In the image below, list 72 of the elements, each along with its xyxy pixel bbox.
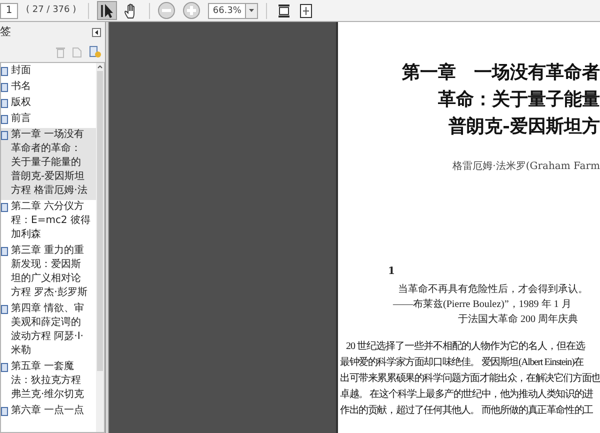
- bookmark-item[interactable]: 书名: [1, 80, 96, 96]
- bookmark-title: 米勒: [11, 344, 32, 358]
- fit-page-icon: [300, 4, 312, 18]
- bookmark-title: 新发现：爱因斯: [11, 258, 82, 272]
- epigraph-line: 当革命不再具有危险性后，才会得到承认。: [398, 283, 588, 296]
- bookmark-title: 第二章 六分仪方: [11, 200, 86, 214]
- bookmark-title: 革命者的革命：: [11, 142, 82, 156]
- bookmark-title: 关于量子能量的: [11, 156, 82, 170]
- bookmark-title: 波动方程 阿瑟·I·: [11, 330, 84, 344]
- chapter-title: 第一章 一场没有革命者: [402, 62, 600, 83]
- bookmark-item[interactable]: 第一章 一场没有 革命者的革命： 关于量子能量的 普朗克-爱因斯坦 方程 格雷厄姆·法: [1, 128, 96, 200]
- bookmark-icon: [1, 247, 8, 256]
- bookmark-title: 第三章 重力的重: [11, 244, 86, 258]
- page-number-field[interactable]: 1: [0, 2, 18, 18]
- chapter-title: 革命：关于量子能量: [438, 89, 600, 110]
- fit-width-icon: [278, 4, 290, 18]
- bookmark-title: 法：狄拉克方程: [11, 374, 82, 388]
- bookmark-title: 方程 格雷厄姆·法: [11, 184, 88, 198]
- bookmark-title: 封面: [11, 64, 31, 78]
- bookmark-properties-icon[interactable]: [89, 46, 101, 58]
- caret-icon: [249, 9, 254, 12]
- bookmark-item[interactable]: 第六章 一点一点: [1, 404, 96, 420]
- body-text-line: 卓越。 在这个科学上最多产的世纪中，他为推动人类知识的进: [340, 388, 593, 401]
- bookmark-title: 加利森: [11, 228, 42, 242]
- epigraph-line: ——布莱兹(Pierre Boulez)”，1989 年 1 月: [393, 298, 572, 311]
- body-text-line: 作出的贡献，超过了任何其他人。 而他所做的真正革命性的工: [340, 404, 593, 417]
- body-text-line: 出可带来累累硕果的科学问题方面才能出众，在解决它们方面也: [340, 372, 600, 385]
- minus-icon: [162, 9, 172, 12]
- bookmark-title: 前言: [11, 112, 31, 126]
- zoom-in-button[interactable]: [183, 2, 200, 19]
- epigraph-line: 于法国大革命 200 周年庆典: [458, 313, 578, 326]
- page-count: ( 27 / 376 ): [25, 4, 78, 17]
- panel-title: 签: [0, 24, 11, 40]
- bookmark-item[interactable]: 封面: [1, 64, 96, 80]
- bookmark-item[interactable]: 第五章 一套魔 法：狄拉克方程 弗兰克·维尔切克: [1, 360, 96, 404]
- bookmark-title: 坦的广义相对论: [11, 272, 82, 286]
- zoom-field[interactable]: 66.3%: [208, 2, 246, 18]
- scrollbar[interactable]: [96, 63, 104, 432]
- bookmark-title: 版权: [11, 96, 31, 110]
- body-text-line: 20 世纪选择了一些并不相配的人物作为它的名人，但在选: [345, 340, 585, 353]
- bookmark-title: 书名: [11, 80, 31, 94]
- bookmark-icon: [1, 363, 8, 372]
- collapse-panel-button[interactable]: [92, 28, 101, 36]
- scroll-up-icon: [96, 63, 104, 71]
- bookmark-title: 第四章 情欲、审: [11, 302, 84, 316]
- bookmark-title: 美观和薛定谔的: [11, 316, 82, 330]
- bookmark-icon: [1, 203, 8, 212]
- bookmark-icon: [1, 305, 8, 314]
- caret-left-icon: [95, 30, 98, 34]
- bookmark-item[interactable]: 第二章 六分仪方 程：E=mc2 彼得 加利森: [1, 200, 96, 244]
- zoom-out-button[interactable]: [158, 2, 176, 19]
- cursor-icon: [100, 2, 114, 18]
- chapter-title: 普朗克-爱因斯坦方: [448, 116, 600, 137]
- body-text-line: 最钟爱的科学家方面却口味绝佳。 爱因斯坦(Albert Einstein)在: [340, 356, 584, 369]
- bookmark-icon: [1, 407, 8, 416]
- plus-icon: [187, 6, 196, 15]
- scrollbar-thumb[interactable]: [97, 71, 103, 371]
- bookmark-item[interactable]: 前言: [1, 112, 96, 128]
- select-tool-button[interactable]: [97, 1, 118, 20]
- bookmark-title: 第六章 一点一点: [11, 404, 84, 418]
- bookmark-title: 方程 罗杰·彭罗斯: [11, 286, 88, 300]
- zoom-dropdown-button[interactable]: [246, 2, 258, 18]
- page-number: 1: [388, 265, 395, 279]
- bookmark-title: 程：E=mc2 彼得: [11, 214, 90, 228]
- bookmark-item[interactable]: 第三章 重力的重 新发现：爱因斯 坦的广义相对论 方程 罗杰·彭罗斯: [1, 244, 96, 302]
- bookmark-title: 第一章 一场没有: [11, 128, 86, 142]
- bookmark-title: 第五章 一套魔: [11, 360, 76, 374]
- bookmark-item[interactable]: 版权: [1, 96, 96, 112]
- author-line: 格雷厄姆·法米罗(Graham Farm: [452, 160, 600, 174]
- bookmark-title: 普朗克-爱因斯坦: [11, 170, 86, 184]
- bookmark-item[interactable]: 第四章 情欲、审 美观和薛定谔的 波动方程 阿瑟·I· 米勒: [1, 302, 96, 360]
- bookmark-title: 弗兰克·维尔切克: [11, 388, 84, 402]
